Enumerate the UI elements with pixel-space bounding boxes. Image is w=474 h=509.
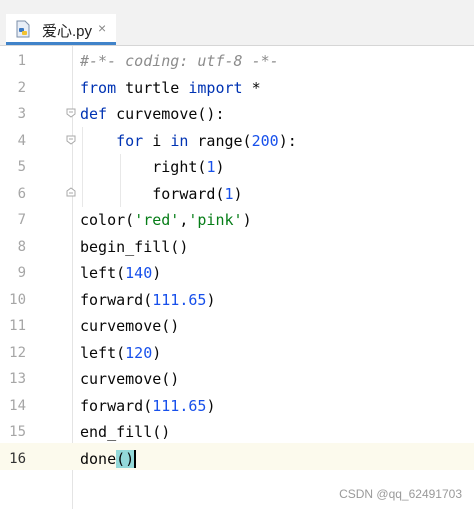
code-token: 111.65 (152, 396, 207, 415)
code-line[interactable]: 13 curvemove() (0, 366, 474, 393)
python-file-icon (16, 20, 30, 38)
code-text[interactable]: color('red','pink') (80, 207, 252, 234)
code-token: #-*- coding: utf-8 -*- (80, 52, 279, 70)
code-text[interactable]: from turtle import * (80, 75, 261, 102)
code-line[interactable]: 5 right(1) (0, 154, 474, 181)
code-text[interactable]: right(1) (80, 154, 225, 181)
code-token: for (116, 131, 144, 150)
code-token: left( (80, 343, 126, 362)
code-token: 1 (224, 184, 234, 203)
code-token: ) (152, 264, 162, 282)
code-text[interactable]: curvemove() (80, 313, 179, 340)
code-text[interactable]: #-*- coding: utf-8 -*- (80, 48, 279, 75)
code-token: in (170, 131, 189, 150)
code-line[interactable]: 1 #-*- coding: utf-8 -*- (0, 48, 474, 75)
code-line[interactable]: 3 def curvemove(): (0, 101, 474, 128)
code-token: 'pink' (188, 211, 243, 229)
code-token: * (242, 78, 261, 97)
code-line[interactable]: 9 left(140) (0, 260, 474, 287)
code-token: i (143, 131, 171, 150)
code-token: forward( (80, 184, 225, 203)
code-token: end_fill() (80, 423, 171, 441)
code-token: () (116, 449, 135, 468)
code-text[interactable]: for i in range(200): (80, 128, 297, 155)
line-number: 6 (17, 185, 26, 202)
code-line[interactable]: 15 end_fill() (0, 419, 474, 446)
code-text[interactable]: def curvemove(): (80, 101, 225, 128)
code-line[interactable]: 12 left(120) (0, 340, 474, 367)
tab-filename: 爱心.py (42, 23, 93, 40)
code-token: ): (278, 131, 297, 150)
code-token: curvemove() (80, 317, 180, 335)
code-token: 'red' (134, 211, 180, 229)
code-token: done (80, 449, 117, 468)
editor-tab-bar: 爱心.py × (0, 0, 474, 46)
code-text[interactable]: forward(1) (80, 181, 243, 208)
line-number: 1 (17, 53, 26, 69)
line-number: 11 (9, 318, 26, 334)
code-line[interactable]: 2 from turtle import * (0, 75, 474, 102)
code-token: import (188, 78, 243, 97)
code-token: 200 (251, 131, 279, 150)
line-number: 9 (17, 265, 26, 281)
line-number: 12 (9, 344, 26, 361)
code-text[interactable]: done() (80, 446, 137, 473)
code-text[interactable]: left(120) (80, 340, 161, 367)
code-text[interactable]: end_fill() (80, 419, 170, 446)
code-line[interactable]: 6 forward(1) (0, 181, 474, 208)
code-token: ) (152, 343, 162, 362)
code-token: forward( (80, 290, 153, 309)
code-line[interactable]: 7 color('red','pink') (0, 207, 474, 234)
code-token: right( (80, 158, 207, 176)
code-token: begin_fill() (80, 237, 189, 256)
code-text[interactable]: begin_fill() (80, 234, 188, 261)
code-token: range( (188, 131, 252, 150)
line-number: 2 (17, 79, 26, 96)
code-text[interactable]: left(140) (80, 260, 161, 287)
code-line[interactable]: 10 forward(111.65) (0, 287, 474, 314)
code-token: curvemove(): (107, 105, 225, 123)
code-line[interactable]: 11 curvemove() (0, 313, 474, 340)
code-line[interactable]: 16 done() (0, 446, 474, 473)
code-editor[interactable]: 1 #-*- coding: utf-8 -*- 2 from turtle impo… (0, 46, 474, 509)
line-number: 4 (17, 132, 26, 149)
code-token: left( (80, 264, 126, 282)
code-line[interactable]: 8 begin_fill() (0, 234, 474, 261)
code-text[interactable]: forward(111.65) (80, 287, 215, 314)
line-number: 13 (9, 371, 26, 387)
line-number: 14 (9, 397, 26, 414)
code-token: 140 (125, 264, 153, 282)
code-token: ) (206, 290, 216, 309)
line-number: 8 (17, 238, 26, 255)
code-line[interactable]: 4 for i in range(200): (0, 128, 474, 155)
line-number: 7 (17, 212, 26, 228)
code-token: from (80, 78, 117, 97)
code-token: ) (206, 396, 216, 415)
code-text[interactable]: curvemove() (80, 366, 179, 393)
code-token: ) (215, 158, 225, 176)
code-token: 120 (125, 343, 153, 362)
close-icon[interactable]: × (98, 20, 106, 36)
watermark: CSDN @qq_62491703 (339, 487, 462, 501)
text-caret (134, 450, 137, 468)
line-number: 5 (17, 159, 26, 175)
code-line[interactable]: 14 forward(111.65) (0, 393, 474, 420)
code-token: ) (242, 211, 252, 229)
code-token: 111.65 (152, 290, 207, 309)
line-number: 16 (9, 450, 26, 467)
tab-file[interactable]: 爱心.py × (6, 14, 116, 45)
code-token: curvemove() (80, 370, 180, 388)
line-number: 10 (9, 291, 26, 308)
line-number: 15 (9, 424, 26, 440)
code-token: def (80, 105, 108, 123)
code-token: forward( (80, 396, 153, 415)
code-token: turtle (116, 78, 189, 97)
line-number: 3 (17, 106, 26, 122)
code-token: color( (80, 211, 135, 229)
code-token: ) (233, 184, 243, 203)
code-text[interactable]: forward(111.65) (80, 393, 215, 420)
